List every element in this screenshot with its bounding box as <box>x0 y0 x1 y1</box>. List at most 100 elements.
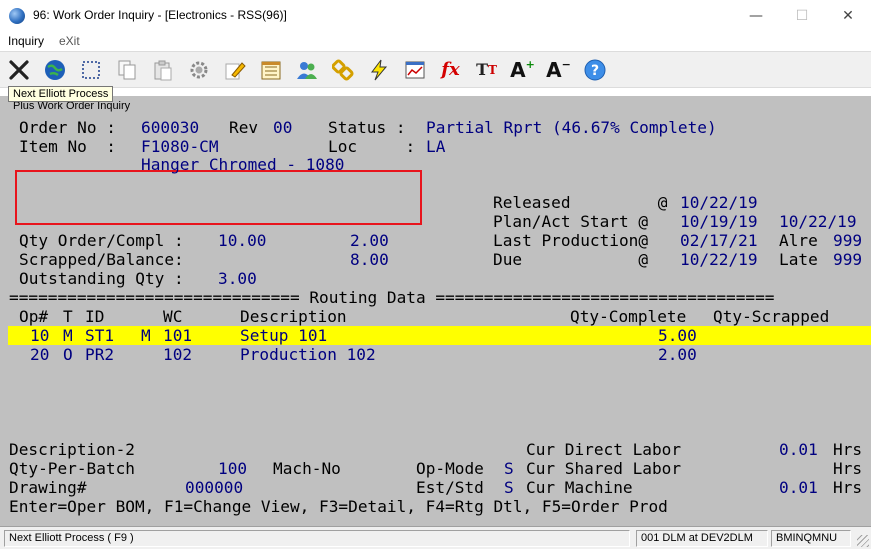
chain-link-icon[interactable] <box>329 56 356 83</box>
col-op: Op# <box>19 307 49 326</box>
minimize-button[interactable]: — <box>733 0 779 32</box>
rev-value: 00 <box>273 118 293 137</box>
row-op: 10 <box>30 326 50 345</box>
status-label: Status : <box>328 118 406 137</box>
status-session: 001 DLM at DEV2DLM <box>636 530 768 547</box>
subtitle-strip: Plus Work Order Inquiry <box>0 96 871 114</box>
globe-icon[interactable] <box>41 56 68 83</box>
item-description: Hanger Chromed - 1080 <box>141 155 345 174</box>
qty-per-batch-value: 100 <box>218 459 248 478</box>
est-std-value: S <box>504 478 514 497</box>
qty-ordered: 10.00 <box>218 231 267 250</box>
hrs-label: Hrs <box>833 459 863 478</box>
due-date: 10/22/19 <box>680 250 758 269</box>
cur-direct-labor-value: 0.01 <box>779 440 818 459</box>
item-no-label: Item No : <box>19 137 116 156</box>
outstanding-qty-label: Outstanding Qty : <box>19 269 184 288</box>
close-x-icon[interactable] <box>5 56 32 83</box>
scrapped-balance-label: Scrapped/Balance: <box>19 250 184 269</box>
annotation-box <box>15 170 422 225</box>
alre-label: Alre <box>779 231 818 250</box>
item-no-value: F1080-CM <box>141 137 219 156</box>
close-button[interactable]: ✕ <box>825 0 871 32</box>
users-icon[interactable] <box>293 56 320 83</box>
cur-direct-labor-label: Cur Direct Labor <box>526 440 682 459</box>
drawing-value: 000000 <box>185 478 244 497</box>
col-id: ID <box>85 307 105 326</box>
select-rect-icon[interactable] <box>77 56 104 83</box>
status-bar: Next Elliott Process ( F9 ) 001 DLM at D… <box>0 526 871 549</box>
order-no-label: Order No : <box>19 118 116 137</box>
row-type: M <box>63 326 73 345</box>
resize-grip[interactable] <box>857 535 869 547</box>
row-id: PR2 <box>85 345 115 364</box>
row-wc: 101 <box>163 326 193 345</box>
qty-balance: 8.00 <box>350 250 389 269</box>
col-wc: WC <box>163 307 183 326</box>
hrs-label: Hrs <box>833 478 863 497</box>
edit-pencil-icon[interactable] <box>221 56 248 83</box>
est-std-label: Est/Std <box>416 478 484 497</box>
act-start-date: 10/22/19 <box>779 212 857 231</box>
cur-machine-value: 0.01 <box>779 478 818 497</box>
routing-divider: ============================== Routing D… <box>9 288 775 307</box>
row-qty-complete: 5.00 <box>658 326 697 345</box>
font-decrease-icon[interactable]: A − <box>545 56 572 83</box>
maximize-button[interactable]: ☐ <box>779 0 825 32</box>
menu-exit[interactable]: eXit <box>59 34 80 48</box>
row-id: ST1 <box>85 326 115 345</box>
released-date: 10/22/19 <box>680 193 758 212</box>
row-description: Production 102 <box>240 345 376 364</box>
row-description: Setup 101 <box>240 326 328 345</box>
drawing-label: Drawing# <box>9 478 87 497</box>
notes-icon[interactable] <box>257 56 284 83</box>
op-mode-value: S <box>504 459 514 478</box>
app-globe-icon[interactable] <box>9 8 25 24</box>
loc-label: Loc : <box>328 137 416 156</box>
lightning-icon[interactable] <box>365 56 392 83</box>
menu-bar: Inquiry eXit <box>0 32 871 51</box>
status-message: Next Elliott Process ( F9 ) <box>4 530 630 547</box>
function-fx-icon[interactable]: fx <box>437 56 464 83</box>
font-increase-icon[interactable]: A + <box>509 56 536 83</box>
alre-value: 999 <box>833 231 863 250</box>
last-production-label: Last Production@ <box>493 231 649 250</box>
paste-icon[interactable] <box>149 56 176 83</box>
plan-start-date: 10/19/19 <box>680 212 758 231</box>
loc-value: LA <box>426 137 446 156</box>
late-value: 999 <box>833 250 863 269</box>
status-program: BMINQMNU <box>771 530 851 547</box>
gear-icon[interactable] <box>185 56 212 83</box>
hrs-label: Hrs <box>833 440 863 459</box>
qty-order-compl-label: Qty Order/Compl : <box>19 231 184 250</box>
col-description: Description <box>240 307 347 326</box>
chart-window-icon[interactable] <box>401 56 428 83</box>
row-wc: 102 <box>163 345 193 364</box>
col-type: T <box>63 307 73 326</box>
title-bar: 96: Work Order Inquiry - [Electronics - … <box>0 0 871 32</box>
toolbar: fx TT A + A − ? <box>0 51 871 88</box>
text-size-icon[interactable]: TT <box>473 56 500 83</box>
qty-completed: 2.00 <box>350 231 389 250</box>
row-op: 20 <box>30 345 50 364</box>
cur-shared-labor-label: Cur Shared Labor <box>526 459 682 478</box>
col-qty-scrapped: Qty-Scrapped <box>713 307 830 326</box>
status-value: Partial Rprt (46.67% Complete) <box>426 118 717 137</box>
row-type: O <box>63 345 73 364</box>
selected-row-highlight <box>8 326 871 345</box>
menu-inquiry[interactable]: Inquiry <box>8 34 44 48</box>
released-label: Released @ <box>493 193 668 212</box>
due-label: Due @ <box>493 250 649 269</box>
terminal-screen[interactable]: Order No : 600030 Rev 00 Status : Partia… <box>0 114 871 526</box>
order-no-value: 600030 <box>141 118 200 137</box>
row-machine-flag: M <box>141 326 151 345</box>
late-label: Late <box>779 250 818 269</box>
cur-machine-label: Cur Machine <box>526 478 633 497</box>
copy-icon[interactable] <box>113 56 140 83</box>
qty-per-batch-label: Qty-Per-Batch <box>9 459 135 478</box>
help-icon[interactable]: ? <box>581 56 608 83</box>
plan-act-start-label: Plan/Act Start @ <box>493 212 649 231</box>
svg-text:?: ? <box>590 63 598 79</box>
outstanding-qty-value: 3.00 <box>218 269 257 288</box>
last-production-date: 02/17/21 <box>680 231 758 250</box>
